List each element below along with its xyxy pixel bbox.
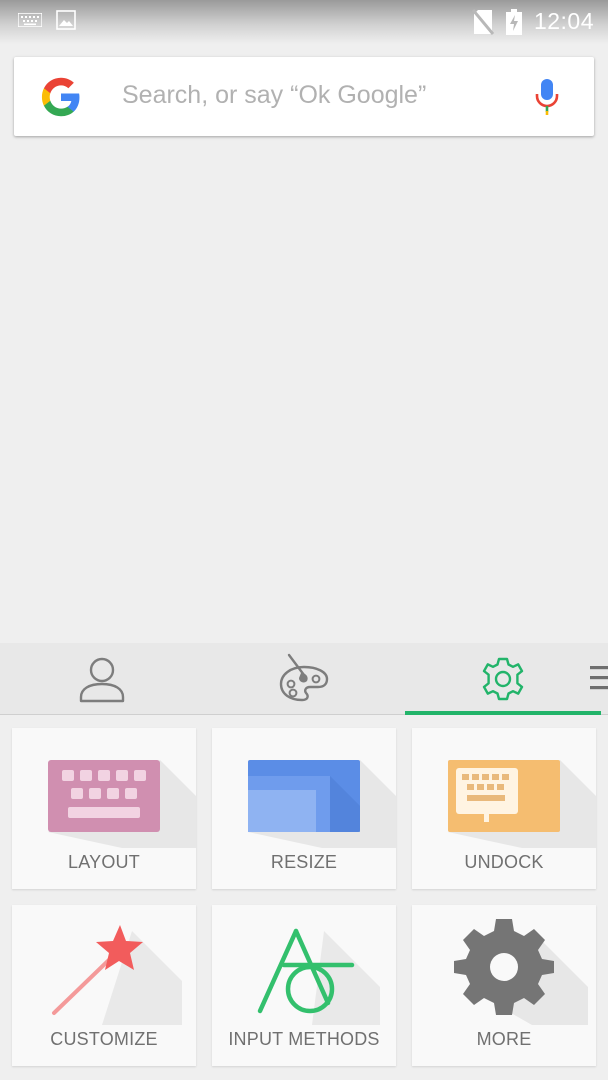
more-label: MORE — [476, 1029, 532, 1049]
gear-icon — [454, 919, 588, 1025]
keyboard-layout-icon — [48, 760, 196, 848]
palette-icon — [279, 653, 329, 701]
layout-tile[interactable]: LAYOUT — [12, 728, 196, 889]
person-icon — [79, 657, 124, 702]
more-tile[interactable]: MORE — [412, 905, 596, 1066]
magic-wand-icon — [52, 925, 182, 1025]
google-logo — [41, 77, 80, 117]
search-input[interactable]: Search, or say “Ok Google” — [122, 81, 426, 110]
tab-themes[interactable] — [203, 643, 405, 714]
input-methods-tile[interactable]: INPUT METHODS — [212, 905, 396, 1066]
no-sim-icon — [471, 8, 494, 35]
menu-icon[interactable] — [590, 665, 608, 691]
resize-label: RESIZE — [270, 852, 338, 872]
gear-icon — [482, 657, 524, 700]
input-methods-icon — [257, 928, 380, 1025]
customize-label: CUSTOMIZE — [50, 1029, 158, 1049]
undock-label: UNDOCK — [464, 852, 544, 872]
keyboard-toolbar — [0, 643, 608, 715]
clock: 12:04 — [533, 8, 594, 34]
resize-icon — [248, 760, 396, 848]
resize-tile[interactable]: RESIZE — [212, 728, 396, 889]
input-methods-label: INPUT METHODS — [228, 1029, 380, 1049]
image-icon — [56, 10, 76, 30]
layout-label: LAYOUT — [68, 852, 140, 872]
settings-grid: LAYOUT RESIZE UNDOCK CUSTOMIZE INPUT MET… — [0, 715, 608, 1080]
status-bar: 12:04 — [0, 0, 608, 44]
customize-tile[interactable]: CUSTOMIZE — [12, 905, 196, 1066]
undock-keyboard-icon — [448, 760, 596, 848]
keyboard-icon — [18, 13, 42, 27]
battery-charging-icon — [505, 8, 522, 35]
mic-icon[interactable] — [534, 79, 560, 115]
undock-tile[interactable]: UNDOCK — [412, 728, 596, 889]
tab-profile[interactable] — [0, 643, 203, 714]
google-search-bar[interactable]: Search, or say “Ok Google” — [14, 57, 594, 136]
tab-settings[interactable] — [405, 643, 601, 714]
